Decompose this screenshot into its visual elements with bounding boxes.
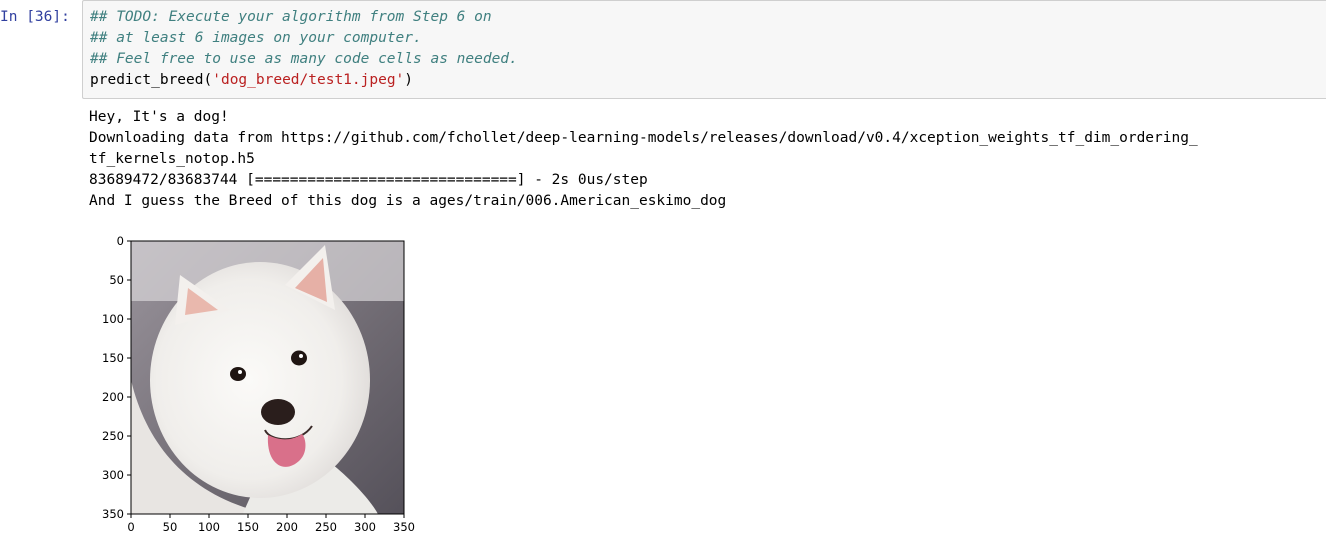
dog-right-eye-glint bbox=[299, 354, 303, 358]
x-tick-label: 250 bbox=[315, 520, 337, 534]
x-tick-label: 200 bbox=[276, 520, 298, 534]
y-tick-label: 300 bbox=[102, 468, 124, 482]
code-comment-line: ## Feel free to use as many code cells a… bbox=[90, 51, 518, 67]
dog-nose bbox=[261, 399, 295, 425]
cell-output-area: Hey, It's a dog! Downloading data from h… bbox=[89, 107, 1319, 212]
x-axis: 0 50 100 150 200 250 300 350 bbox=[127, 514, 415, 534]
output-line: And I guess the Breed of this dog is a a… bbox=[89, 193, 727, 209]
y-tick-label: 250 bbox=[102, 429, 124, 443]
x-tick-label: 100 bbox=[198, 520, 220, 534]
y-axis: 0 50 100 150 200 250 300 350 bbox=[102, 234, 131, 521]
cell-prompt: In [36]: bbox=[0, 9, 70, 25]
code-comment-line: ## TODO: Execute your algorithm from Ste… bbox=[90, 9, 492, 25]
code-call-line: predict_breed('dog_breed/test1.jpeg') bbox=[90, 70, 1326, 91]
plot-svg: 0 50 100 150 200 250 300 350 0 50 100 150 200 250 300… bbox=[102, 234, 415, 534]
dog-photo-icon bbox=[131, 241, 404, 514]
open-paren: ( bbox=[203, 72, 213, 88]
close-paren: ) bbox=[404, 72, 414, 88]
y-tick-label: 350 bbox=[102, 507, 124, 521]
x-tick-label: 150 bbox=[237, 520, 259, 534]
output-line: tf_kernels_notop.h5 bbox=[89, 151, 255, 167]
output-line: Downloading data from https://github.com… bbox=[89, 130, 1198, 146]
output-line: Hey, It's a dog! bbox=[89, 109, 229, 125]
function-name: predict_breed bbox=[90, 72, 204, 88]
code-comment-line: ## at least 6 images on your computer. bbox=[90, 30, 422, 46]
dog-right-eye bbox=[291, 350, 307, 366]
output-line: 83689472/83683744 [=====================… bbox=[89, 172, 648, 188]
y-tick-label: 150 bbox=[102, 351, 124, 365]
y-tick-label: 50 bbox=[109, 273, 124, 287]
x-tick-label: 0 bbox=[127, 520, 134, 534]
dog-left-eye bbox=[230, 367, 246, 381]
dog-left-eye-glint bbox=[238, 370, 242, 374]
image-plot: 0 50 100 150 200 250 300 350 0 50 100 150 200 250 300… bbox=[80, 230, 440, 544]
x-tick-label: 350 bbox=[393, 520, 415, 534]
y-tick-label: 0 bbox=[117, 234, 124, 248]
code-input-area[interactable]: ## TODO: Execute your algorithm from Ste… bbox=[82, 0, 1326, 99]
x-tick-label: 300 bbox=[354, 520, 376, 534]
y-tick-label: 100 bbox=[102, 312, 124, 326]
x-tick-label: 50 bbox=[163, 520, 178, 534]
string-argument: 'dog_breed/test1.jpeg' bbox=[212, 72, 405, 88]
y-tick-label: 200 bbox=[102, 390, 124, 404]
